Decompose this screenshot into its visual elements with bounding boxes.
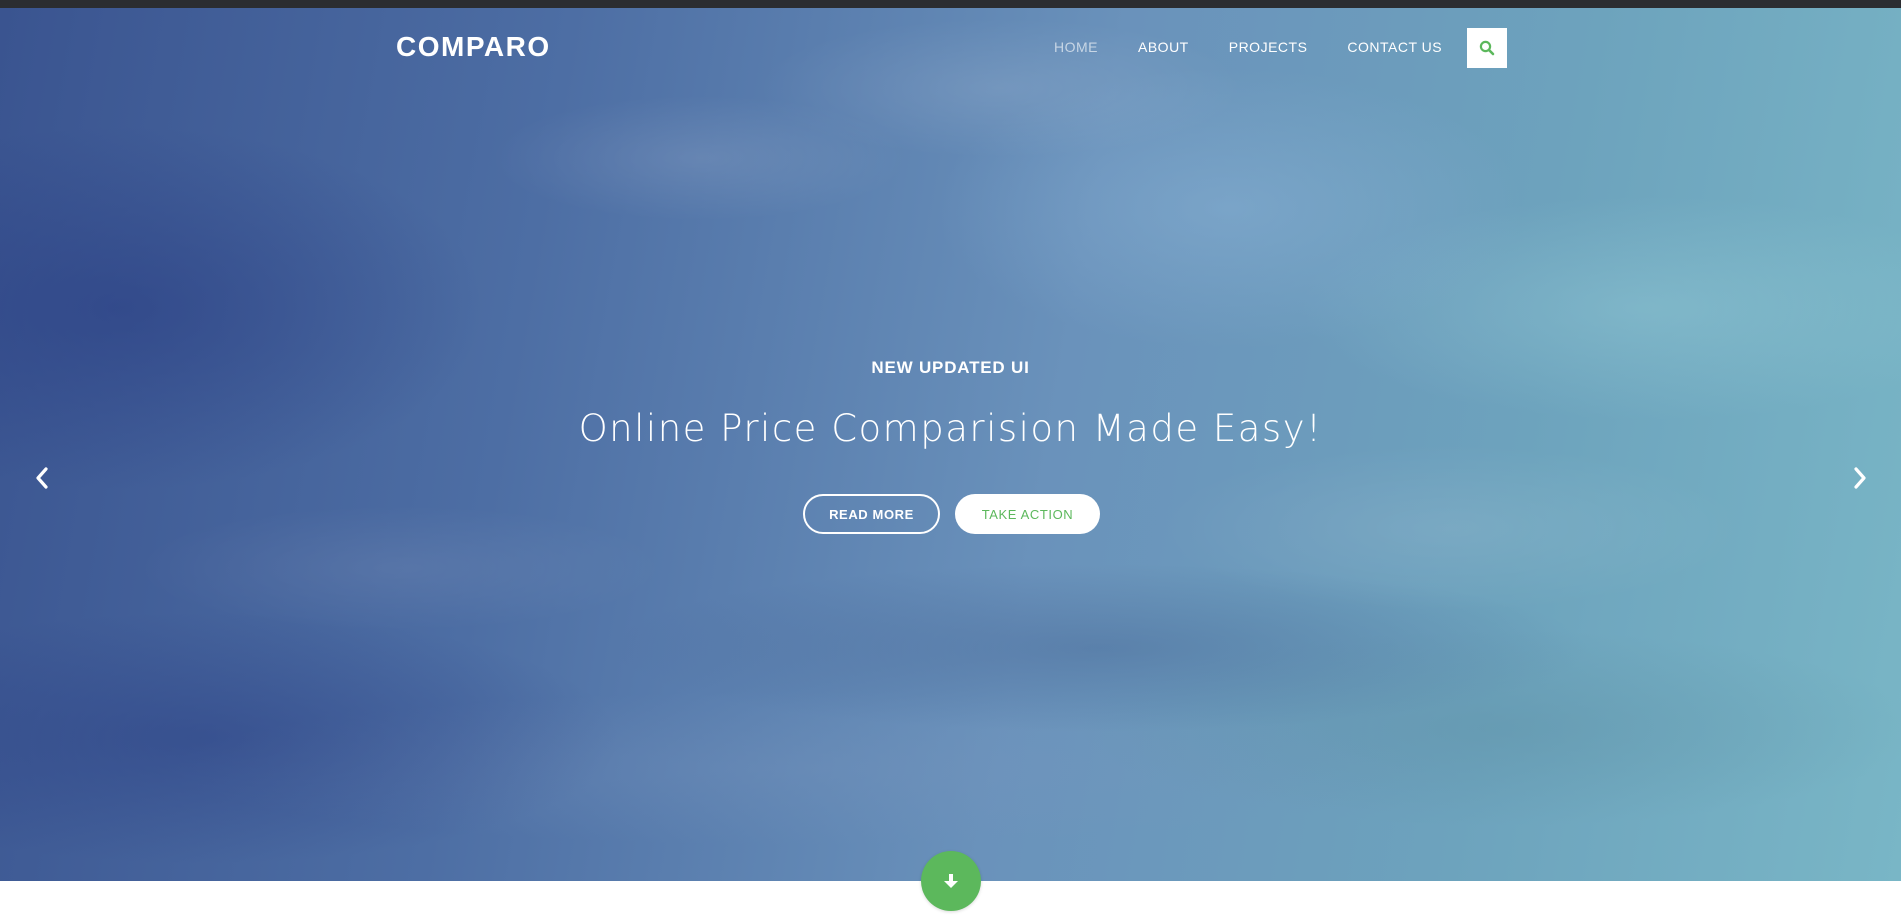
take-action-button[interactable]: TAKE ACTION xyxy=(955,494,1100,534)
search-button[interactable] xyxy=(1467,28,1507,68)
top-strip xyxy=(0,0,1901,8)
scroll-down-button[interactable] xyxy=(921,851,981,911)
search-icon xyxy=(1479,40,1495,56)
hero-headline: Online Price Comparision Made Easy! xyxy=(578,407,1323,450)
nav-item-about[interactable]: ABOUT xyxy=(1138,39,1189,55)
slider-prev-button[interactable] xyxy=(22,458,62,498)
nav-item-home[interactable]: HOME xyxy=(1054,39,1098,55)
nav-item-contact[interactable]: CONTACT US xyxy=(1347,39,1442,55)
read-more-button[interactable]: READ MORE xyxy=(803,494,940,534)
arrow-down-icon xyxy=(944,874,958,888)
main-nav: HOME ABOUT PROJECTS CONTACT US xyxy=(1040,30,1442,64)
chevron-right-icon xyxy=(1854,467,1866,489)
slider-next-button[interactable] xyxy=(1840,458,1880,498)
hero-subtitle: NEW UPDATED UI xyxy=(871,358,1030,377)
nav-item-projects[interactable]: PROJECTS xyxy=(1229,39,1308,55)
chevron-left-icon xyxy=(36,467,48,489)
brand-logo[interactable]: COMPARO xyxy=(396,27,551,67)
